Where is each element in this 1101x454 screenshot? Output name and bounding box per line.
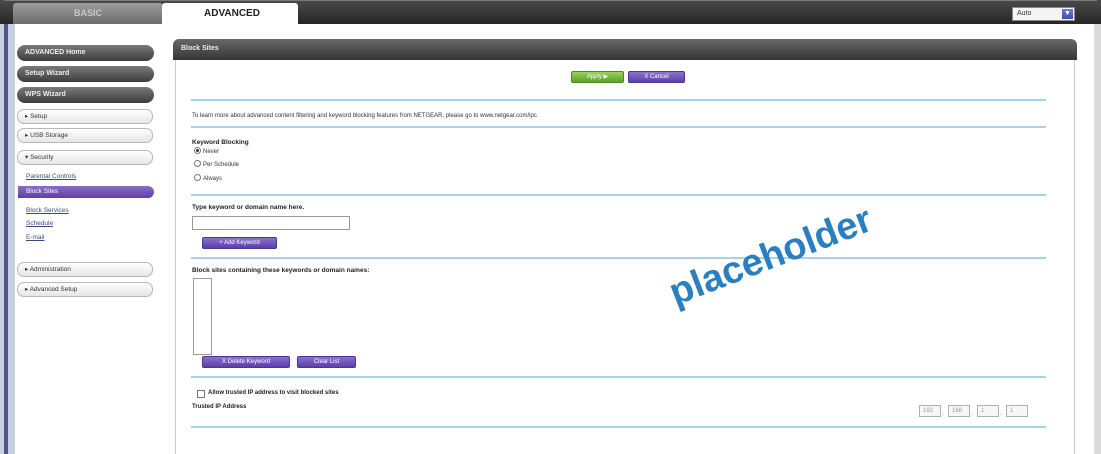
radio-label: Never: [203, 149, 220, 156]
divider: [191, 376, 1046, 378]
divider: [191, 99, 1046, 101]
cancel-button[interactable]: X Cancel: [628, 71, 685, 83]
page-title: Block Sites: [173, 39, 1077, 60]
nav-email[interactable]: E-mail: [26, 234, 44, 241]
tab-advanced[interactable]: ADVANCED: [162, 3, 298, 25]
ip-dot: .: [971, 410, 973, 417]
divider: [191, 126, 1046, 128]
nav-parental-controls[interactable]: Parental Controls: [26, 173, 76, 180]
nav-block-services[interactable]: Block Services: [26, 207, 69, 214]
info-text: To learn more about advanced content fil…: [192, 113, 537, 119]
nav-setup-wizard[interactable]: Setup Wizard: [17, 66, 154, 82]
trusted-ip-octet-2[interactable]: 168: [948, 405, 970, 417]
trusted-ip-label: Trusted IP Address: [192, 404, 247, 410]
divider: [191, 426, 1046, 428]
nav-setup[interactable]: ▸ Setup: [17, 109, 153, 124]
nav-advanced-setup[interactable]: ▸ Advanced Setup: [17, 282, 153, 297]
radio-label: Per Schedule: [203, 162, 240, 169]
ip-dot: .: [1000, 410, 1002, 417]
right-frame: [1094, 24, 1101, 454]
radio-always[interactable]: Always: [194, 174, 223, 184]
trusted-ip-octet-1[interactable]: 192: [919, 405, 941, 417]
divider: [191, 257, 1046, 259]
radio-label: Always: [203, 176, 223, 183]
keyword-blocking-label: Keyword Blocking: [192, 139, 249, 146]
allow-trusted-checkbox[interactable]: [197, 390, 205, 398]
keyword-input[interactable]: [192, 216, 350, 230]
radio-per-schedule[interactable]: Per Schedule: [194, 160, 240, 170]
trusted-ip-octet-4[interactable]: 1: [1006, 405, 1028, 417]
ip-dot: .: [942, 410, 944, 417]
language-select-value: Auto: [1017, 10, 1032, 17]
nav-administration[interactable]: ▸ Administration: [17, 262, 153, 277]
trusted-ip-octet-3[interactable]: 1: [977, 405, 999, 417]
nav-wps-wizard[interactable]: WPS Wizard: [17, 87, 154, 103]
radio-icon: [194, 160, 201, 167]
language-select[interactable]: Auto ▼: [1012, 7, 1075, 21]
nav-advanced-home[interactable]: ADVANCED Home: [17, 45, 154, 61]
apply-button[interactable]: Apply ▶: [571, 71, 624, 83]
blocked-keywords-list[interactable]: [193, 278, 212, 355]
nav-usb-storage[interactable]: ▸ USB Storage: [17, 128, 153, 143]
keyword-input-label: Type keyword or domain name here.: [192, 204, 305, 211]
allow-trusted-label: Allow trusted IP address to visit blocke…: [208, 390, 339, 396]
delete-keyword-button[interactable]: X Delete Keyword: [202, 356, 290, 368]
add-keyword-button[interactable]: + Add Keyword: [202, 237, 277, 249]
clear-list-button[interactable]: Clear List: [297, 356, 356, 368]
tab-basic[interactable]: BASIC: [13, 3, 163, 24]
block-list-label: Block sites containing these keywords or…: [192, 267, 370, 274]
nav-security[interactable]: ▾ Security: [17, 150, 153, 165]
nav-block-sites[interactable]: Block Sites: [18, 186, 154, 198]
radio-icon: [194, 174, 201, 181]
nav-schedule[interactable]: Schedule: [26, 220, 53, 227]
radio-icon: [194, 147, 201, 154]
radio-never[interactable]: Never: [194, 147, 220, 157]
chevron-down-icon: ▼: [1062, 9, 1073, 19]
divider: [191, 194, 1046, 196]
left-frame: [0, 24, 15, 454]
